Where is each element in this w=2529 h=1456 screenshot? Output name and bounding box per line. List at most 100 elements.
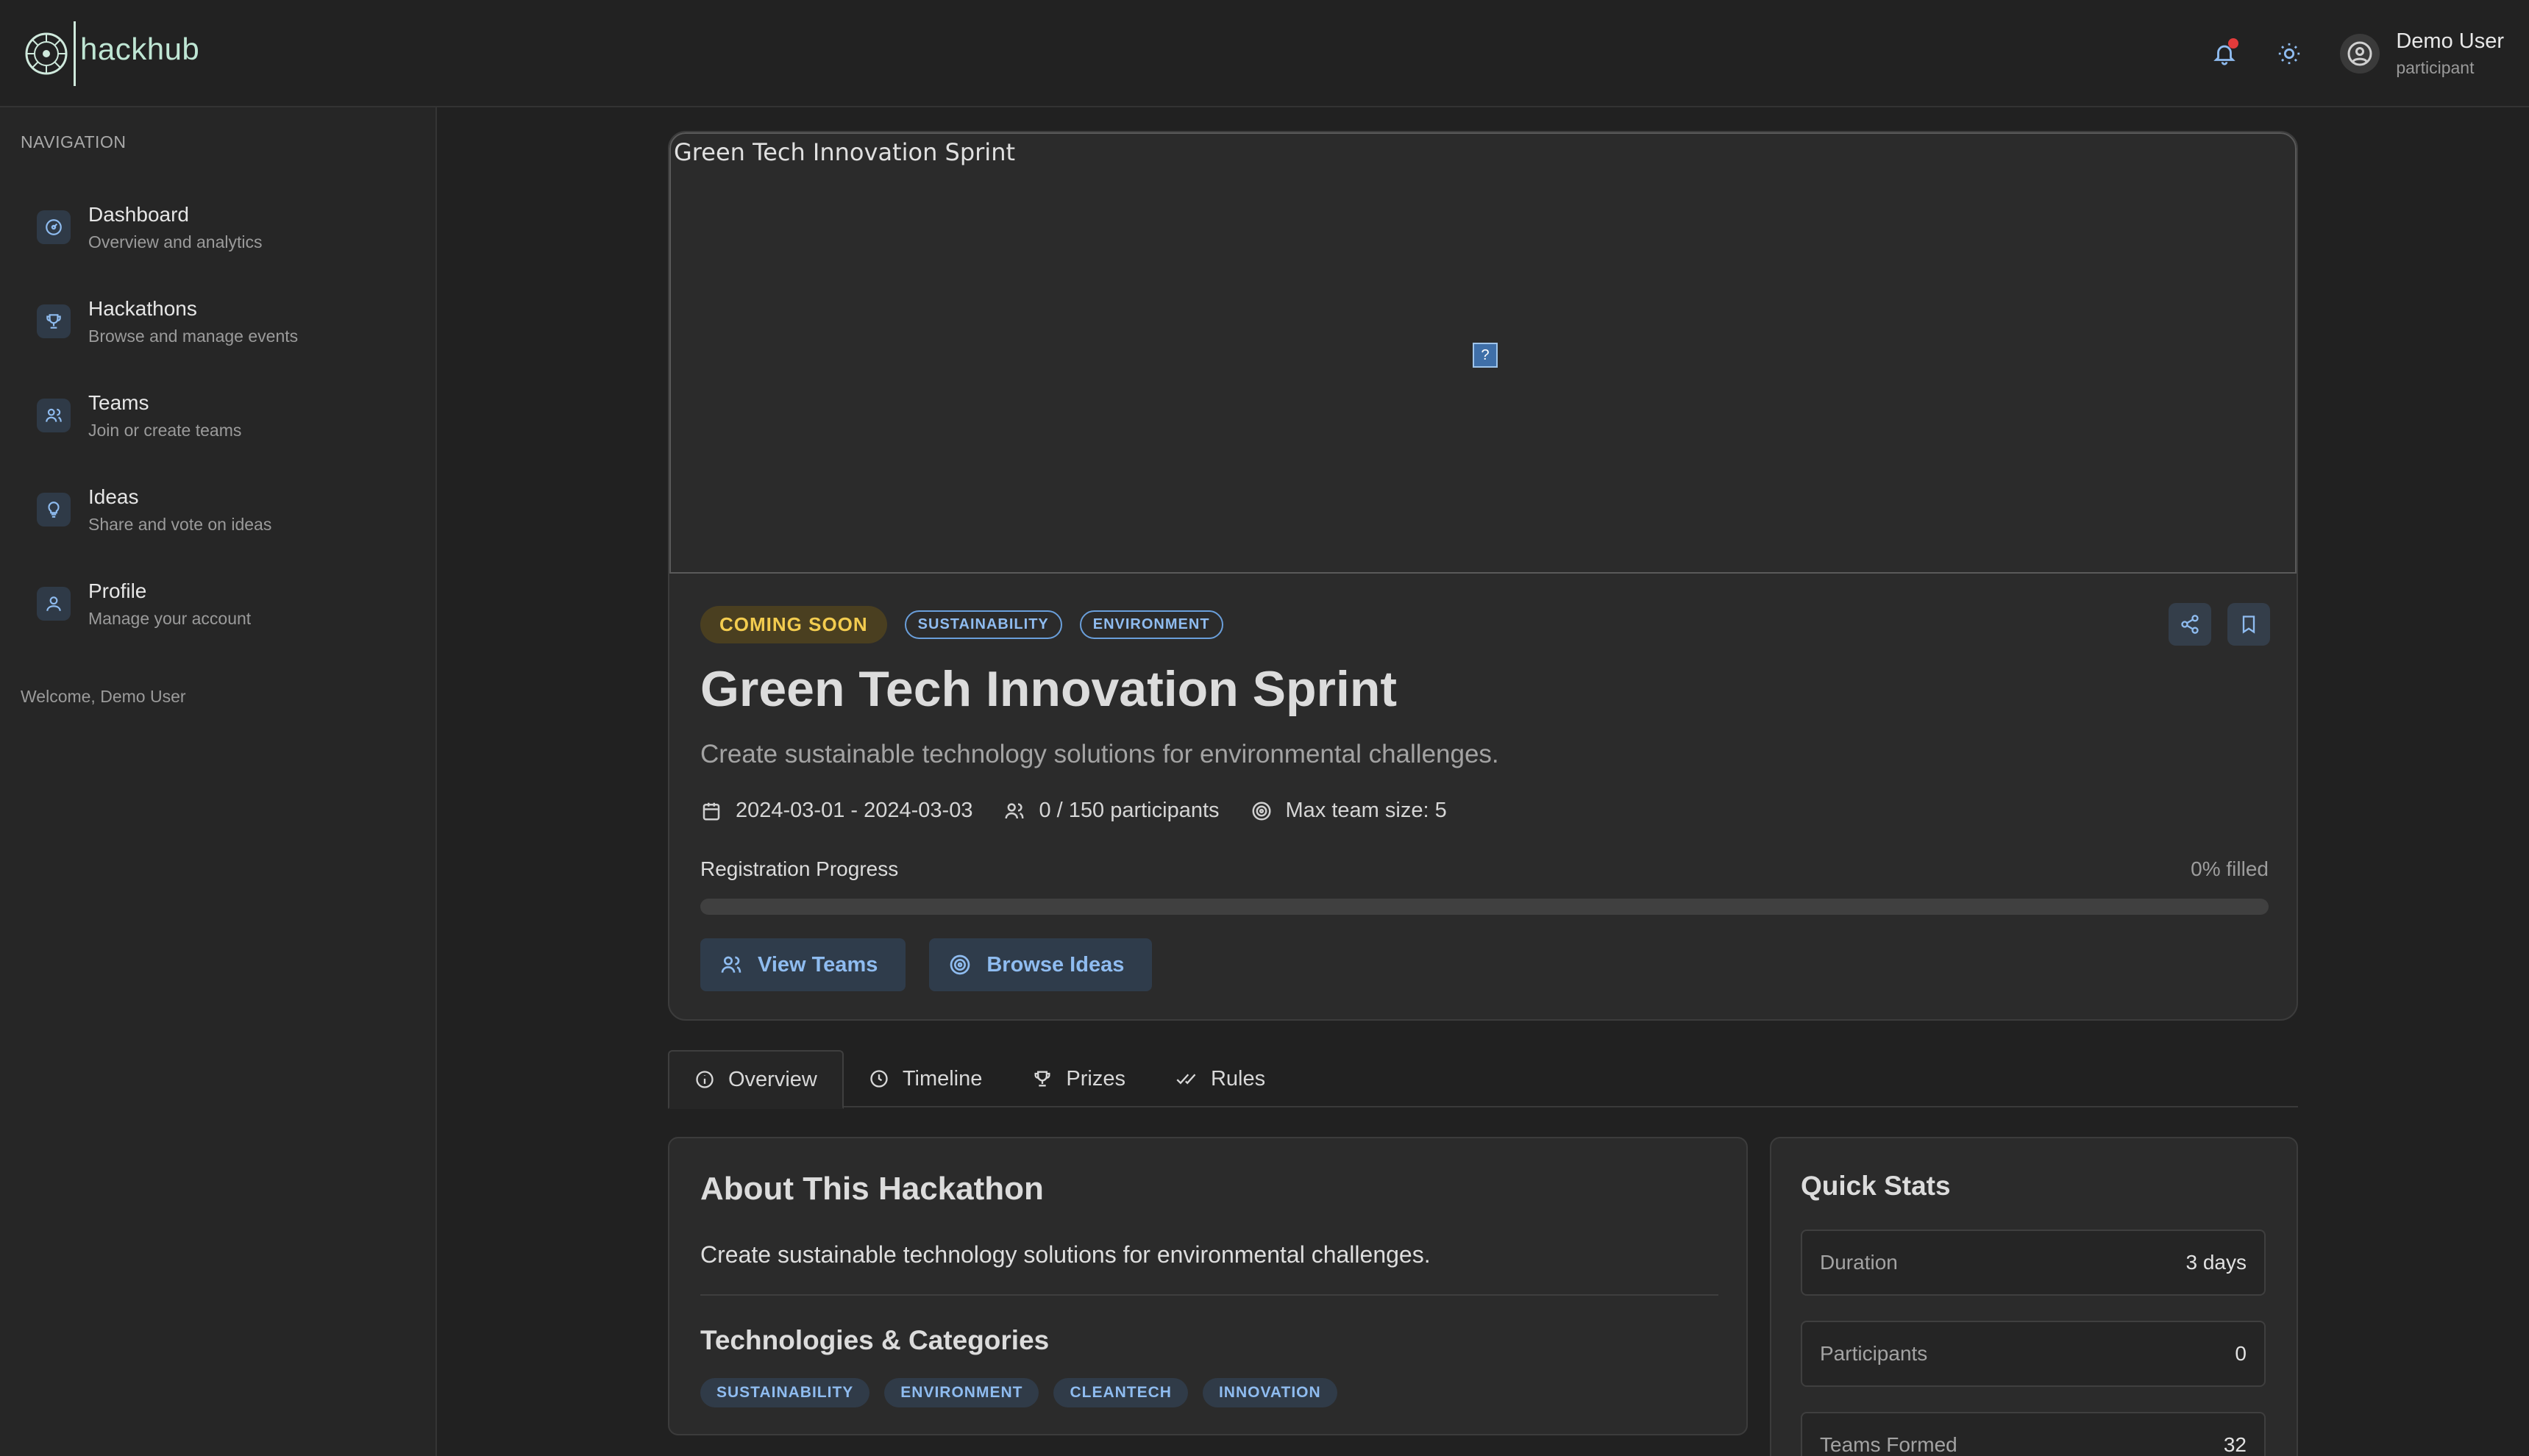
tab-prizes[interactable]: Prizes: [1007, 1050, 1150, 1107]
event-description: Create sustainable technology solutions …: [700, 740, 1499, 768]
sidebar-item-label: Profile: [88, 579, 147, 602]
top-bar: hackhub Demo User participant: [0, 0, 2529, 107]
stat-row-duration: Duration 3 days: [1801, 1230, 2266, 1296]
user-role: participant: [2396, 58, 2475, 77]
logo[interactable]: hackhub: [24, 21, 199, 87]
registration-label: Registration Progress: [700, 857, 899, 880]
category-badge: SUSTAINABILITY: [904, 610, 1062, 639]
sidebar-item-dashboard[interactable]: Dashboard Overview and analytics: [37, 194, 405, 260]
trophy-icon: [1034, 1071, 1050, 1087]
tab-label: Overview: [728, 1067, 817, 1091]
tech-tag: CLEANTECH: [1053, 1378, 1188, 1407]
tab-rules[interactable]: Rules: [1150, 1050, 1290, 1107]
tab-overview[interactable]: Overview: [668, 1050, 844, 1109]
event-badges: COMING SOON SUSTAINABILITY ENVIRONMENT: [700, 606, 1223, 643]
stats-title: Quick Stats: [1801, 1171, 1951, 1201]
view-teams-button[interactable]: View Teams: [700, 938, 906, 991]
sidebar: NAVIGATION Dashboard Overview and analyt…: [0, 107, 437, 1456]
sidebar-item-description: Manage your account: [88, 608, 252, 628]
sidebar-item-label: Teams: [88, 390, 149, 414]
stat-value: 3 days: [2185, 1251, 2247, 1274]
sidebar-item-description: Share and vote on ideas: [88, 514, 272, 534]
event-cta-buttons: View Teams Browse Ideas: [700, 938, 1175, 991]
dashboard-icon: [37, 210, 71, 244]
notifications-button[interactable]: [2205, 34, 2244, 74]
sidebar-item-label: Dashboard: [88, 202, 189, 226]
event-participants-text: 0 / 150 participants: [1039, 799, 1220, 822]
broken-image-icon: ?: [1473, 343, 1498, 368]
check-icon: [1176, 1074, 1196, 1085]
header-actions: Demo User participant: [2180, 22, 2504, 85]
trophy-icon: [37, 304, 71, 338]
tech-title: Technologies & Categories: [700, 1325, 1050, 1355]
view-teams-label: View Teams: [758, 952, 878, 977]
about-title: About This Hackathon: [700, 1171, 1044, 1207]
stat-value: 32: [2223, 1433, 2247, 1456]
quick-stats-card: Quick Stats Duration 3 days Participants…: [1770, 1137, 2298, 1456]
user-icon: [37, 587, 71, 621]
tab-timeline[interactable]: Timeline: [844, 1050, 1008, 1107]
share-icon: [2181, 615, 2199, 634]
sidebar-item-description: Join or create teams: [88, 420, 242, 440]
avatar[interactable]: [2340, 34, 2380, 74]
event-banner-image: Green Tech Innovation Sprint ?: [669, 132, 2297, 574]
sidebar-item-profile[interactable]: Profile Manage your account: [37, 571, 405, 637]
lightbulb-icon: [37, 493, 71, 527]
user-info[interactable]: Demo User participant: [2396, 29, 2504, 78]
sidebar-item-teams[interactable]: Teams Join or create teams: [37, 382, 405, 449]
calendar-icon: [702, 802, 720, 820]
event-title: Green Tech Innovation Sprint: [700, 661, 1398, 717]
about-card: About This Hackathon Create sustainable …: [668, 1137, 1748, 1435]
event-meta: 2024-03-01 - 2024-03-03 0 / 150 particip…: [700, 799, 1478, 823]
users-icon: [1005, 802, 1024, 818]
share-button[interactable]: [2169, 603, 2211, 646]
user-circle-icon: [2347, 41, 2372, 66]
event-actions: [2152, 603, 2270, 646]
sidebar-item-ideas[interactable]: Ideas Share and vote on ideas: [37, 477, 405, 543]
event-tabs: Overview Timeline Prizes Rules: [668, 1050, 2298, 1109]
tab-label: Timeline: [902, 1066, 983, 1091]
users-icon: [37, 399, 71, 432]
info-icon: [696, 1071, 714, 1088]
logo-divider: [74, 21, 76, 86]
registration-percent: 0% filled: [2191, 857, 2269, 880]
nav-heading: NAVIGATION: [21, 132, 127, 151]
theme-toggle[interactable]: [2269, 34, 2309, 74]
about-text: Create sustainable technology solutions …: [700, 1241, 1431, 1268]
welcome-text: Welcome, Demo User: [21, 687, 186, 706]
stat-row-teams-formed: Teams Formed 32: [1801, 1412, 2266, 1456]
banner-alt-text: Green Tech Innovation Sprint: [674, 138, 1016, 166]
tech-tags: SUSTAINABILITY ENVIRONMENT CLEANTECH INN…: [700, 1378, 1352, 1407]
stat-label: Duration: [1820, 1251, 1898, 1274]
stat-label: Teams Formed: [1820, 1433, 1957, 1456]
event-participants: 0 / 150 participants: [1003, 799, 1220, 823]
event-hero-card: Green Tech Innovation Sprint ? COMING SO…: [668, 131, 2298, 1021]
sidebar-item-description: Browse and manage events: [88, 326, 299, 346]
stat-value: 0: [2235, 1342, 2247, 1365]
stat-row-participants: Participants 0: [1801, 1321, 2266, 1387]
event-team-size-text: Max team size: 5: [1285, 799, 1447, 822]
user-name: Demo User: [2396, 29, 2504, 53]
tab-label: Prizes: [1066, 1066, 1125, 1091]
sidebar-item-hackathons[interactable]: Hackathons Browse and manage events: [37, 288, 405, 354]
bookmark-button[interactable]: [2227, 603, 2270, 646]
sidebar-item-label: Ideas: [88, 485, 139, 508]
tech-tag: ENVIRONMENT: [884, 1378, 1039, 1407]
users-icon: [721, 956, 741, 973]
sun-icon: [2279, 43, 2300, 65]
browse-ideas-label: Browse Ideas: [986, 952, 1125, 977]
sidebar-item-description: Overview and analytics: [88, 232, 263, 251]
browse-ideas-button[interactable]: Browse Ideas: [929, 938, 1153, 991]
tech-tag: INNOVATION: [1202, 1378, 1337, 1407]
tab-label: Rules: [1210, 1066, 1266, 1091]
sidebar-item-label: Hackathons: [88, 296, 197, 320]
brand-name: hackhub: [80, 32, 200, 66]
category-badge: ENVIRONMENT: [1079, 610, 1223, 639]
registration-progress-bar: [700, 899, 2269, 915]
clock-icon: [870, 1070, 888, 1088]
target-icon: [1252, 802, 1271, 820]
bookmark-icon: [2242, 615, 2255, 634]
status-badge: COMING SOON: [700, 606, 887, 643]
stat-label: Participants: [1820, 1342, 1928, 1365]
event-team-size: Max team size: 5: [1251, 799, 1447, 823]
